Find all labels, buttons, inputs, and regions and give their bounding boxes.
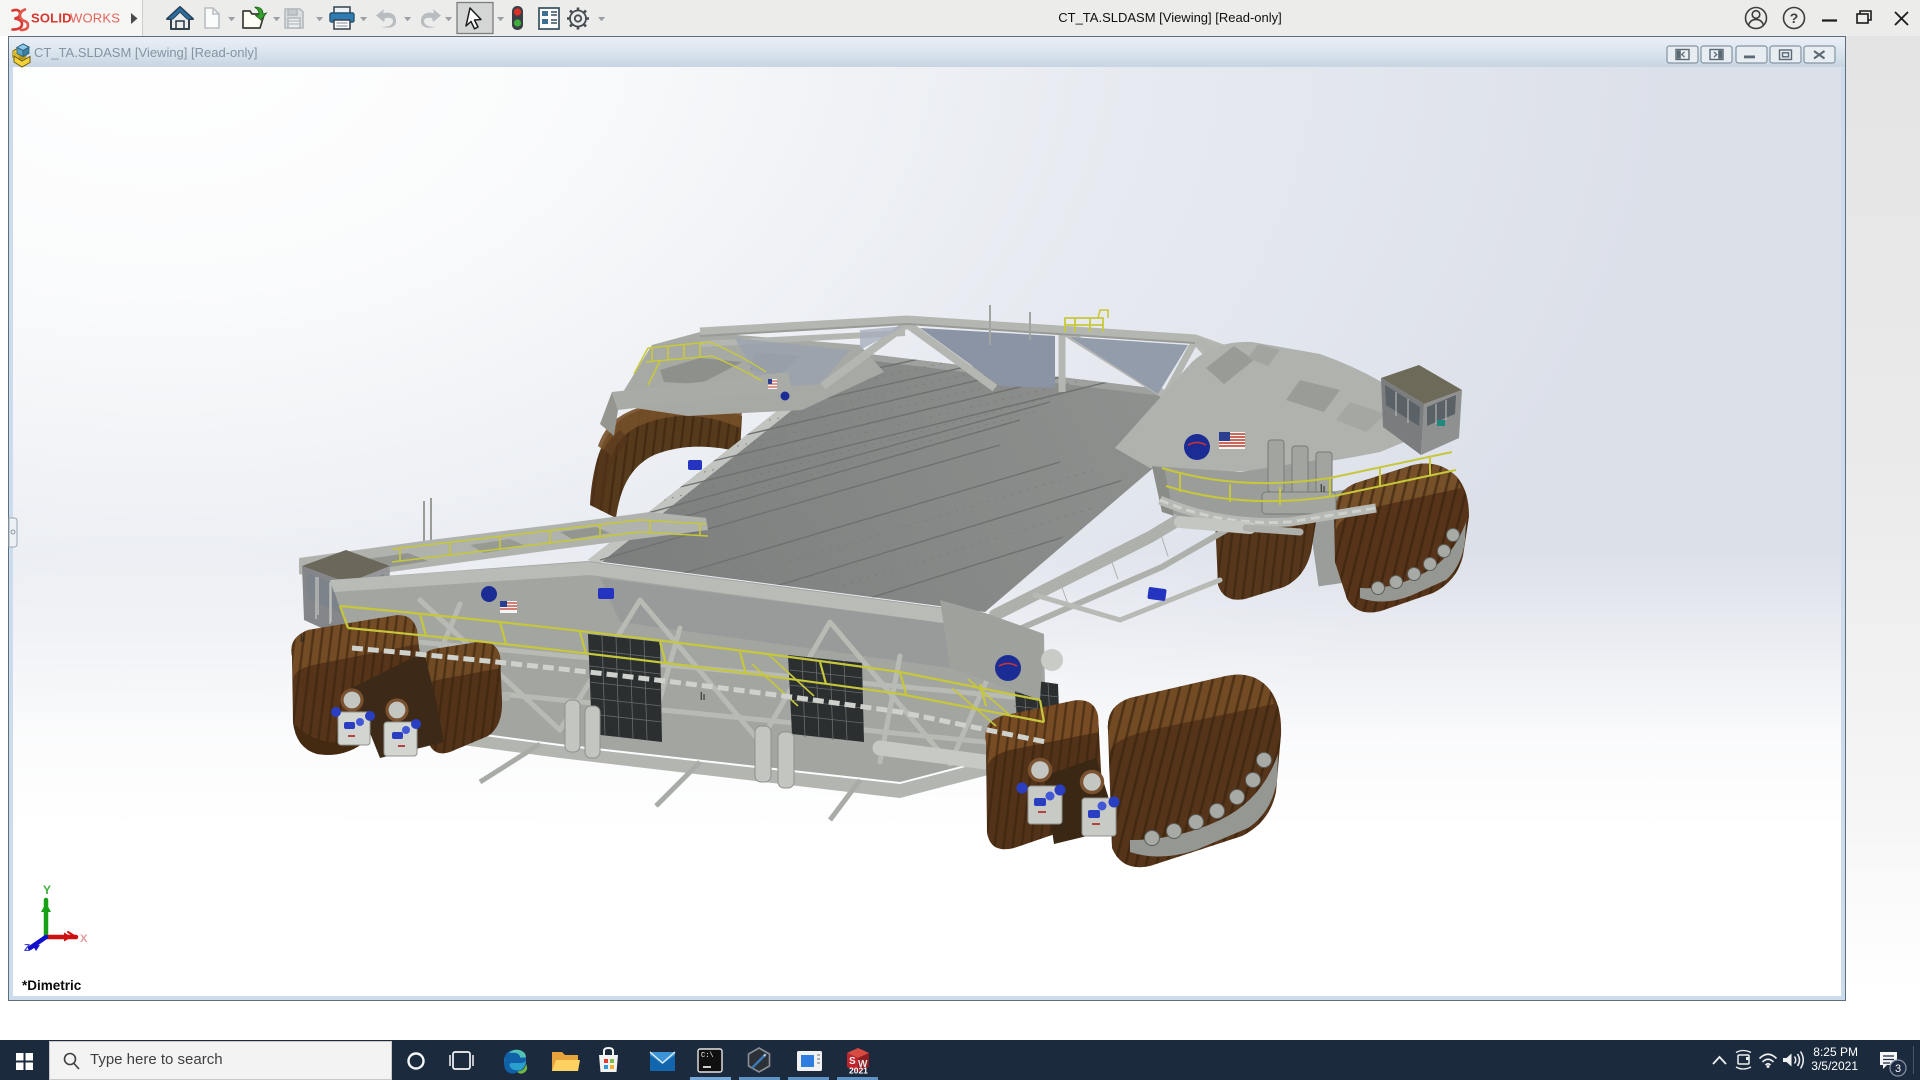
svg-text:li: li xyxy=(300,633,305,645)
svg-text:lı: lı xyxy=(700,691,706,703)
svg-text:C:\: C:\ xyxy=(701,1052,714,1060)
svg-text:3: 3 xyxy=(1895,1063,1901,1075)
svg-text:lı: lı xyxy=(1320,483,1326,495)
svg-text:2021: 2021 xyxy=(849,1066,868,1076)
